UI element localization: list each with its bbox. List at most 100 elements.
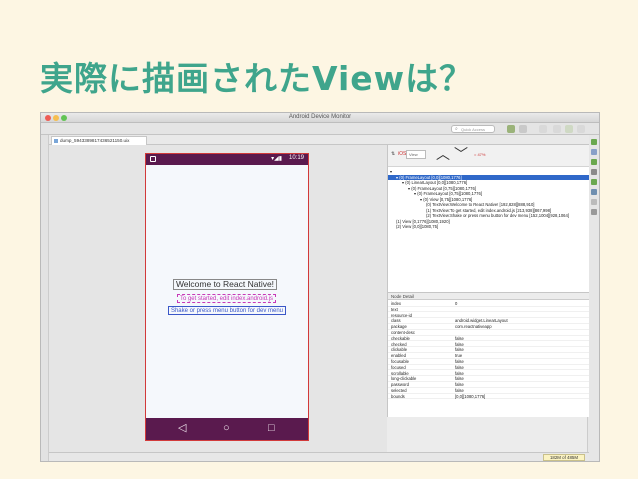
detail-key: clickable: [391, 347, 408, 353]
detail-value: [0,0][1080,1776]: [455, 393, 486, 399]
detail-row: content-desc: [388, 330, 589, 336]
detail-value: false: [455, 388, 464, 393]
detail-row: password false: [388, 382, 589, 388]
phone-nav-bar: ◁ ○ □: [146, 418, 308, 440]
detail-row: clickable false: [388, 347, 589, 353]
detail-key: resource-id: [391, 312, 412, 318]
hierarchy-toolbar: ⇅ iOS View ︿ ﹀ = 47%: [388, 145, 589, 167]
device-screenshot-pane: ▾◢▮ 10:19 Welcome to React Native! To ge…: [49, 145, 387, 461]
detail-row: enabled true: [388, 353, 589, 359]
hierarchy-misc-text: = 47%: [474, 152, 486, 157]
ddms-icon[interactable]: [519, 125, 527, 133]
heap-icon[interactable]: [591, 159, 597, 165]
instruction-text-2[interactable]: Shake or press menu button for dev menu: [168, 306, 286, 315]
phone-screen[interactable]: ▾◢▮ 10:19 Welcome to React Native! To ge…: [145, 153, 309, 441]
detail-key: bounds: [391, 393, 405, 399]
detail-row: checked false: [388, 342, 589, 348]
memory-indicator[interactable]: 182M of 485M: [543, 454, 585, 461]
window-titlebar: Android Device Monitor: [41, 113, 599, 123]
perspective-icon[interactable]: [507, 125, 515, 133]
detail-key: index: [391, 301, 402, 306]
status-time: 10:19: [288, 155, 304, 161]
quick-access-placeholder: Quick Access: [461, 127, 486, 132]
device-icon[interactable]: [591, 139, 597, 145]
view-hierarchy-pane: ⇅ iOS View ︿ ﹀ = 47% ▾ ▾ (0) FrameLayout …: [387, 145, 589, 293]
recent-apps-icon[interactable]: □: [268, 422, 275, 434]
threads-icon[interactable]: [591, 149, 597, 155]
left-gutter: [41, 135, 49, 461]
notification-icon: [150, 156, 156, 162]
detail-key: selected: [391, 388, 407, 393]
tree-node[interactable]: (2) View [0,0][1080,75]: [388, 224, 589, 230]
detail-row: scrollable false: [388, 371, 589, 377]
device-monitor-window: Android Device Monitor ⌕ Quick Access du…: [40, 112, 600, 462]
file-icon: [54, 139, 58, 143]
detail-row: long-clickable false: [388, 376, 589, 382]
back-icon[interactable]: ◁: [178, 422, 186, 434]
detail-value: false: [455, 359, 464, 364]
detail-value: false: [455, 341, 464, 347]
allocation-icon[interactable]: [591, 169, 597, 175]
toolbar-icon[interactable]: [565, 125, 573, 133]
status-bar: 182M of 485M: [49, 452, 589, 461]
detail-key: checked: [391, 341, 407, 347]
emulator-icon[interactable]: [591, 199, 597, 205]
toolbar-icon[interactable]: [577, 125, 585, 133]
detail-row: bounds [0,0][1080,1776]: [388, 394, 589, 400]
detail-value: false: [455, 382, 464, 388]
welcome-text[interactable]: Welcome to React Native!: [173, 279, 277, 290]
detail-row: package com.reactnativeapp: [388, 324, 589, 330]
detail-value: false: [455, 335, 464, 341]
detail-key: checkable: [391, 335, 410, 341]
detail-key: password: [391, 382, 409, 388]
detail-key: scrollable: [391, 370, 409, 376]
detail-value: com.reactnativeapp: [455, 324, 492, 330]
expand-icon[interactable]: ⇅: [391, 151, 395, 157]
detail-row: selected false: [388, 388, 589, 394]
app-content[interactable]: Welcome to React Native! To get started,…: [146, 165, 308, 418]
search-icon: ⌕: [455, 126, 458, 132]
editor-tabbar: dump_5943389817436521150.uix: [49, 135, 589, 145]
detail-row: class android.widget.LinearLayout: [388, 318, 589, 324]
detail-row: text: [388, 307, 589, 313]
home-icon[interactable]: ○: [223, 422, 230, 434]
hierarchy-tree[interactable]: ▾ ▾ (0) FrameLayout [0,0][1080,1776] ▾ (0)…: [388, 169, 589, 230]
signal-battery-icon: ▾◢▮: [271, 156, 282, 162]
main-toolbar: ⌕ Quick Access: [41, 123, 599, 135]
network-icon[interactable]: [591, 179, 597, 185]
instruction-text-1[interactable]: To get started, edit index.android.js: [177, 294, 276, 303]
detail-value: false: [455, 364, 464, 370]
detail-key: enabled: [391, 353, 406, 359]
detail-key: class: [391, 318, 401, 324]
tab-label: dump_5943389817436521150.uix: [60, 138, 130, 143]
detail-row: index 0: [388, 301, 589, 307]
detail-value: false: [455, 376, 464, 382]
detail-row: focusable false: [388, 359, 589, 365]
phone-status-bar: ▾◢▮ 10:19: [146, 154, 308, 165]
detail-value: false: [455, 370, 464, 376]
detail-value: true: [455, 353, 463, 359]
detail-key: focused: [391, 364, 406, 370]
hierarchy-filter-field[interactable]: View: [406, 150, 426, 159]
detail-key: long-clickable: [391, 376, 417, 382]
detail-row: checkable false: [388, 336, 589, 342]
logcat-icon[interactable]: [591, 209, 597, 215]
detail-value: android.widget.LinearLayout: [455, 318, 508, 324]
tab-dump-file[interactable]: dump_5943389817436521150.uix: [51, 136, 147, 145]
detail-key: focusable: [391, 359, 409, 364]
detail-key: text: [391, 306, 398, 312]
toolbar-icon[interactable]: [553, 125, 561, 133]
node-detail-header: Node Detail: [388, 293, 589, 300]
next-node-button[interactable]: ﹀: [454, 146, 468, 162]
file-explorer-icon[interactable]: [591, 189, 597, 195]
detail-row: focused false: [388, 365, 589, 371]
detail-row: resource-id: [388, 313, 589, 319]
node-detail-pane: Node Detail index 0 text resource-id class an…: [387, 293, 589, 417]
quick-access-input[interactable]: ⌕ Quick Access: [451, 125, 495, 133]
toolbar-icon[interactable]: [539, 125, 547, 133]
window-title: Android Device Monitor: [288, 114, 352, 120]
slide-title: 実際に描画されたViewは？: [40, 59, 474, 98]
previous-node-button[interactable]: ︿: [436, 146, 450, 162]
detail-value: false: [455, 347, 464, 353]
detail-key: package: [391, 324, 407, 330]
